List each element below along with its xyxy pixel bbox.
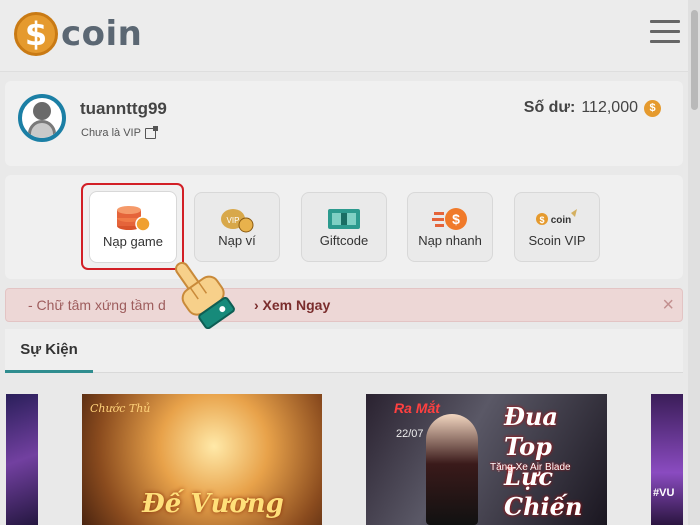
- scoin-vip-button[interactable]: $ coin Scoin VIP: [514, 192, 600, 262]
- coin-stack-icon: [117, 206, 151, 232]
- wallet-coins-icon: VIP: [221, 209, 254, 233]
- username: tuannttg99: [80, 99, 167, 118]
- nap-vi-label: Nạp ví: [218, 233, 256, 248]
- scoin-vip-icon: $ coin: [536, 209, 577, 226]
- event-banner-partial-right[interactable]: #VU: [651, 394, 683, 525]
- svg-text:$: $: [539, 215, 544, 225]
- close-icon[interactable]: ×: [662, 289, 674, 322]
- banner-tag: #VU: [653, 487, 675, 499]
- nap-nhanh-button[interactable]: $ Nạp nhanh: [407, 192, 493, 262]
- giftcode-label: Giftcode: [319, 233, 369, 248]
- dollar-coin-icon: $: [14, 12, 58, 56]
- giftcode-button[interactable]: Giftcode: [301, 192, 387, 262]
- scroll-thumb[interactable]: [691, 10, 698, 110]
- scoin-vip-label: Scoin VIP: [528, 233, 586, 248]
- notice-banner: - Chữ tâm xứng tầm d › Xem Ngay ×: [5, 288, 683, 322]
- hamburger-menu-button[interactable]: [650, 20, 680, 44]
- balance: Số dư: 112,000 $: [524, 99, 661, 117]
- user-card: tuannttg99 Chưa là VIP Số dư: 112,000 $: [5, 81, 683, 166]
- coin-icon: $: [644, 99, 661, 117]
- hamburger-line: [650, 30, 680, 33]
- top-header: $ coin: [0, 0, 700, 72]
- external-link-icon: [144, 125, 158, 139]
- fast-coin-icon: $: [432, 208, 467, 230]
- pointing-hand-icon: [175, 261, 235, 330]
- notice-text: - Chữ tâm xứng tầm d: [28, 297, 166, 313]
- gift-card-icon: [328, 209, 360, 229]
- hamburger-icon: [650, 20, 680, 23]
- balance-value: 112,000: [581, 99, 638, 116]
- vip-status-link[interactable]: Chưa là VIP: [81, 125, 158, 139]
- banner-badge: Chước Thủ: [90, 402, 151, 415]
- hamburger-line: [650, 40, 680, 43]
- avatar[interactable]: [18, 94, 66, 142]
- quick-actions: Nạp game VIP Nạp ví Giftcode $ Nạp nhanh: [5, 175, 683, 279]
- event-banner-partial-left[interactable]: [6, 394, 38, 525]
- page-scrollbar[interactable]: [688, 0, 700, 525]
- banner-date: 22/07: [396, 428, 424, 440]
- nap-nhanh-label: Nạp nhanh: [418, 233, 482, 248]
- avatar-body: [28, 120, 56, 138]
- scoin-logo[interactable]: $ coin: [14, 12, 142, 56]
- event-banner-de-vuong[interactable]: Chước Thủ Đế Vương: [82, 394, 322, 525]
- svg-text:$: $: [452, 211, 460, 227]
- svg-text:VIP: VIP: [227, 216, 240, 225]
- event-banner-carousel: Chước Thủ Đế Vương Ra Mắt 22/07 Đua Top …: [0, 374, 688, 525]
- nap-game-label: Nạp game: [103, 234, 163, 249]
- banner-launch-text: Ra Mắt: [394, 400, 440, 416]
- logo-text: coin: [61, 14, 143, 54]
- events-tabs: Sự Kiện: [5, 329, 683, 373]
- balance-label: Số dư:: [523, 99, 576, 116]
- banner-title: Đế Vương: [142, 489, 284, 519]
- banner-subtitle: Tặng Xe Air Blade: [490, 462, 571, 473]
- banner-character: [426, 414, 478, 525]
- vip-status-text: Chưa là VIP: [81, 127, 141, 139]
- tab-su-kien[interactable]: Sự Kiện: [5, 329, 93, 373]
- svg-text:coin: coin: [551, 215, 572, 226]
- event-banner-dua-top[interactable]: Ra Mắt 22/07 Đua Top Lực Chiến Tặng Xe A…: [366, 394, 607, 525]
- avatar-head: [33, 102, 51, 120]
- xem-ngay-link[interactable]: › Xem Ngay: [254, 289, 330, 322]
